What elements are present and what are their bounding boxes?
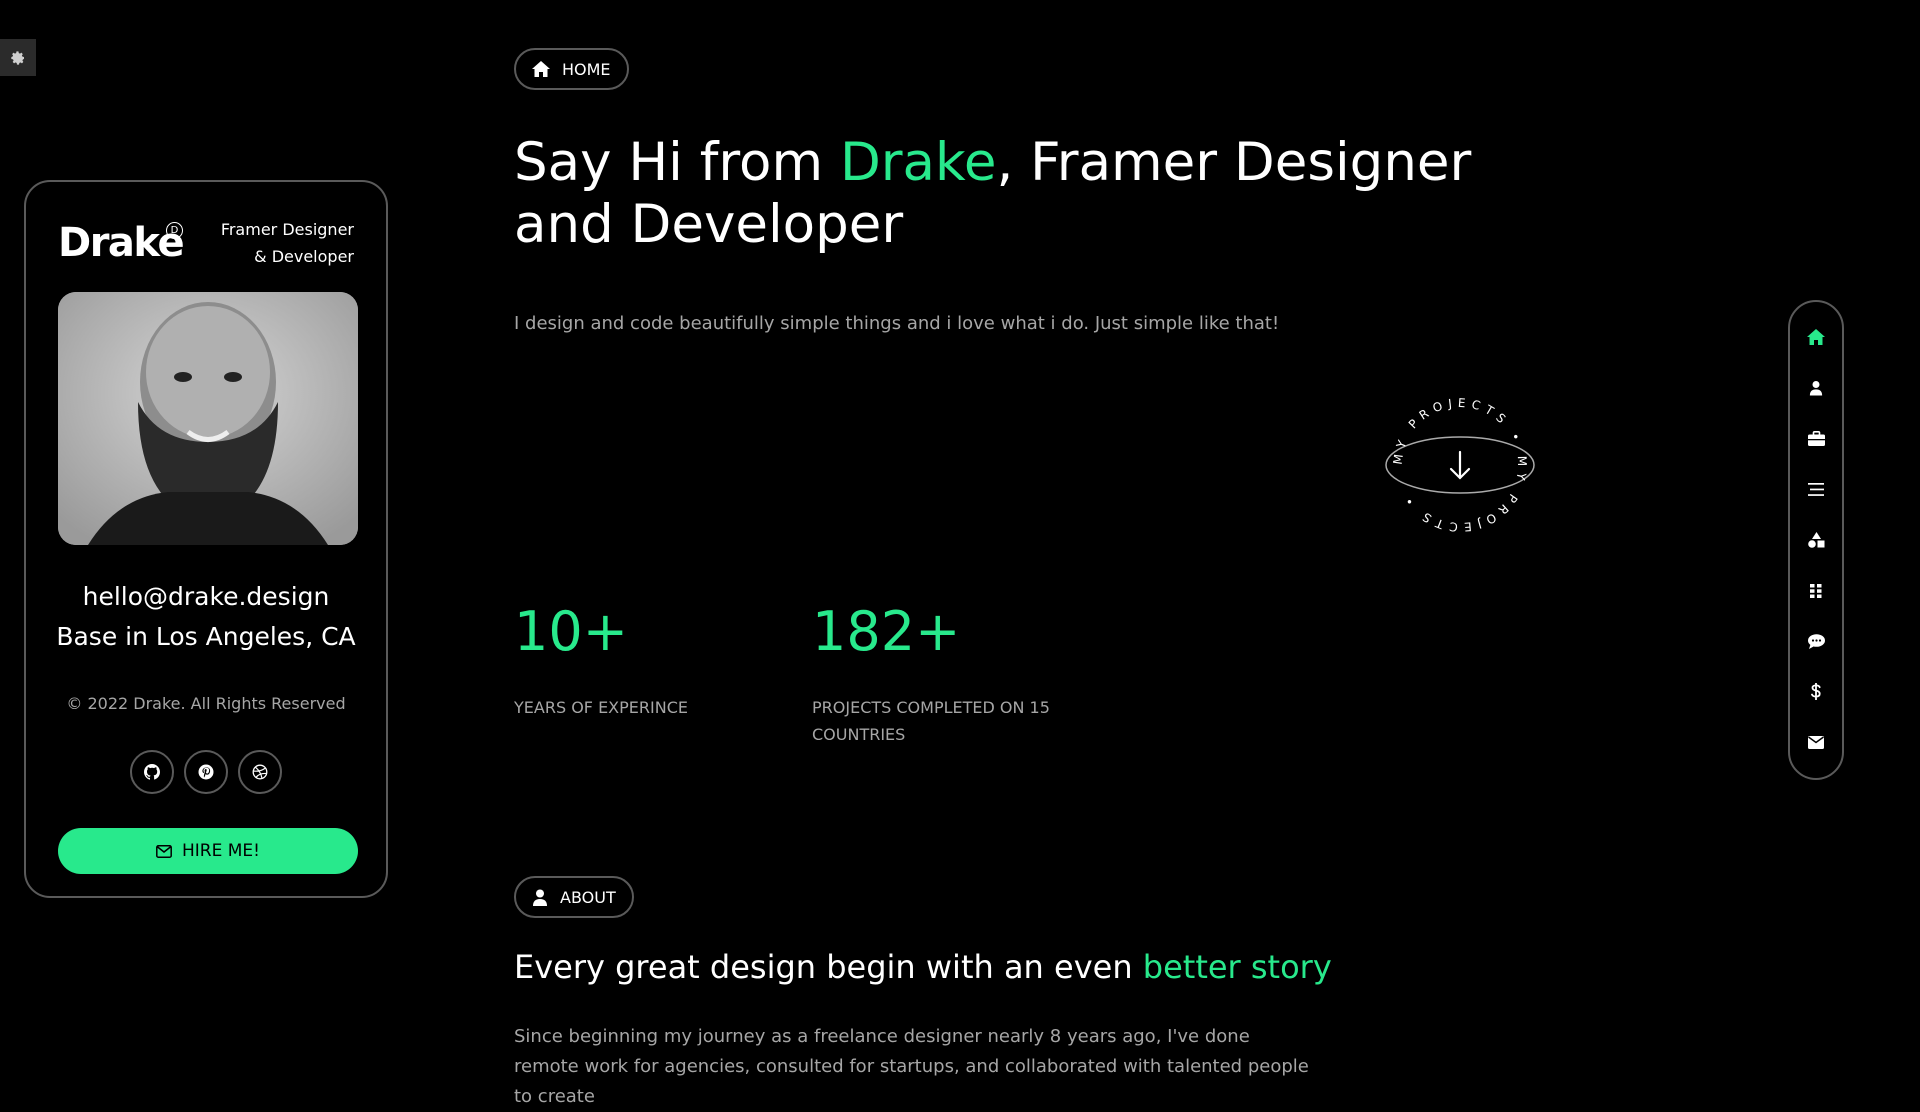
profile-photo — [58, 292, 358, 545]
comment-icon — [1807, 633, 1825, 649]
github-link[interactable] — [130, 750, 174, 794]
home-section-pill: HOME — [514, 48, 629, 90]
dribbble-icon — [252, 764, 268, 780]
role-line-2: & Developer — [254, 247, 354, 266]
side-navigation — [1788, 300, 1844, 780]
list-icon — [1808, 482, 1824, 496]
nav-skills[interactable] — [1801, 525, 1831, 555]
dollar-icon — [1811, 683, 1821, 701]
home-pill-label: HOME — [562, 59, 611, 79]
about-section-pill: ABOUT — [514, 876, 634, 918]
settings-button[interactable] — [0, 39, 36, 76]
hero-title: Say Hi from Drake, Framer Designer and D… — [514, 132, 1554, 256]
about-text: Since beginning my journey as a freelanc… — [514, 1026, 1309, 1107]
profile-location: Base in Los Angeles, CA — [56, 622, 356, 651]
about-pill-label: ABOUT — [560, 887, 616, 907]
dribbble-link[interactable] — [238, 750, 282, 794]
github-icon — [144, 764, 160, 780]
nav-resume[interactable] — [1801, 424, 1831, 454]
nav-pricing[interactable] — [1801, 677, 1831, 707]
nav-contact[interactable] — [1801, 728, 1831, 758]
nav-testimonial[interactable] — [1801, 626, 1831, 656]
envelope-icon — [156, 844, 172, 858]
arrow-down-icon — [1449, 450, 1471, 480]
stat-projects-value: 182+ — [812, 600, 961, 663]
about-title: Every great design begin with an even be… — [514, 948, 1332, 986]
about-title-accent: better story — [1142, 948, 1332, 986]
profile-role: Framer Designer & Developer — [194, 216, 354, 270]
home-icon — [1807, 329, 1825, 346]
nav-home[interactable] — [1801, 322, 1831, 352]
copyright-text: © 2022 Drake. All Rights Reserved — [66, 694, 346, 713]
grid-icon — [1810, 583, 1822, 598]
hero-title-start: Say Hi from — [514, 132, 840, 193]
stat-years-label-line: YEARS OF EXPERINCE — [514, 698, 688, 717]
role-line-1: Framer Designer — [220, 220, 354, 239]
pinterest-link[interactable] — [184, 750, 228, 794]
home-icon — [532, 61, 550, 77]
stat-projects-label: PROJECTS COMPLETED ON 15 COUNTRIES — [812, 694, 1072, 748]
brand-logo: Drake — [58, 220, 185, 266]
envelope-icon — [1808, 736, 1824, 750]
nav-services[interactable] — [1801, 474, 1831, 504]
profile-email[interactable]: hello@drake.design — [26, 582, 386, 611]
stat-projects-label-line-1: PROJECTS COMPLETED ON 15 — [812, 698, 1050, 717]
about-title-start: Every great design begin with an even — [514, 948, 1143, 986]
pinterest-icon — [198, 764, 214, 780]
nav-portfolio[interactable] — [1801, 576, 1831, 606]
stat-years-value: 10+ — [514, 600, 628, 663]
stat-years-label: YEARS OF EXPERINCE — [514, 694, 734, 721]
profile-card: Drake D Framer Designer & Developer hell… — [24, 180, 388, 898]
stat-projects-label-line-2: COUNTRIES — [812, 725, 906, 744]
hero-title-accent: Drake — [839, 132, 997, 193]
nav-about[interactable] — [1801, 373, 1831, 403]
hero-subtitle: I design and code beautifully simple thi… — [514, 313, 1280, 334]
my-projects-badge[interactable]: MY PROJECTS • MY PROJECTS • — [1380, 396, 1540, 534]
brand-mark: D — [166, 222, 183, 239]
gear-icon — [11, 50, 24, 65]
user-icon — [533, 889, 547, 906]
user-icon — [1809, 380, 1823, 396]
hire-me-label: HIRE ME! — [182, 841, 260, 861]
social-links — [26, 750, 386, 794]
hire-me-button[interactable]: HIRE ME! — [58, 828, 358, 874]
shapes-icon — [1807, 531, 1824, 548]
briefcase-icon — [1807, 431, 1825, 447]
